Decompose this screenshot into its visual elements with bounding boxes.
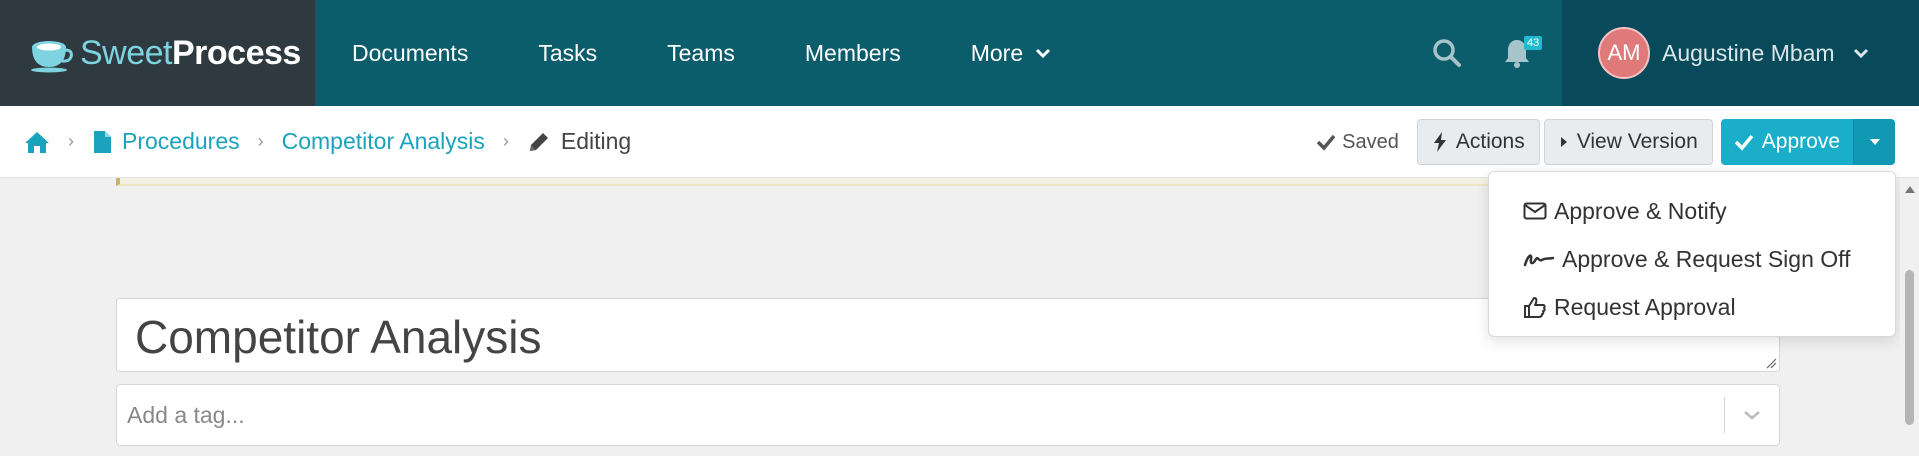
nav-tasks[interactable]: Tasks bbox=[503, 0, 632, 106]
request-approval-item[interactable]: Request Approval bbox=[1489, 283, 1895, 331]
search-icon bbox=[1433, 39, 1461, 67]
chevron-down-icon bbox=[1853, 48, 1868, 59]
approve-button-group: Approve bbox=[1720, 119, 1895, 165]
cup-logo-icon bbox=[31, 41, 73, 73]
view-version-button[interactable]: View Version bbox=[1543, 119, 1713, 165]
approve-dropdown-menu: Approve & Notify Approve & Request Sign … bbox=[1488, 171, 1896, 337]
top-navbar: SweetProcess Documents Tasks Teams Membe… bbox=[0, 0, 1919, 106]
tag-input[interactable] bbox=[117, 401, 1724, 429]
logo-wordmark: SweetProcess bbox=[80, 34, 301, 73]
logo-process-text: Process bbox=[172, 33, 301, 72]
nav-documents[interactable]: Documents bbox=[315, 0, 503, 106]
breadcrumb-bar: › Procedures › Competitor Analysis › Edi… bbox=[0, 106, 1919, 178]
chevron-right-icon: › bbox=[502, 131, 509, 151]
view-version-label: View Version bbox=[1576, 130, 1698, 153]
tag-dropdown-toggle[interactable] bbox=[1725, 409, 1779, 421]
breadcrumb: › Procedures › Competitor Analysis › Edi… bbox=[0, 128, 631, 155]
envelope-icon bbox=[1523, 202, 1547, 220]
main-nav: Documents Tasks Teams Members More bbox=[315, 0, 1086, 106]
search-button[interactable] bbox=[1412, 0, 1482, 106]
caret-right-icon bbox=[1560, 137, 1567, 147]
nav-more[interactable]: More bbox=[936, 0, 1086, 106]
nav-right: 43 AM Augustine Mbam bbox=[1412, 0, 1919, 106]
approve-request-signoff-item[interactable]: Approve & Request Sign Off bbox=[1489, 235, 1895, 283]
check-icon bbox=[1316, 134, 1336, 151]
approve-label: Approve bbox=[1761, 130, 1840, 153]
actions-button[interactable]: Actions bbox=[1416, 119, 1540, 165]
breadcrumb-procedures[interactable]: Procedures bbox=[92, 128, 240, 155]
lightning-icon bbox=[1433, 132, 1446, 152]
chevron-down-icon bbox=[1744, 411, 1760, 420]
user-name: Augustine Mbam bbox=[1662, 39, 1835, 66]
request-approval-label: Request Approval bbox=[1554, 293, 1736, 320]
resize-handle-icon[interactable] bbox=[1765, 357, 1777, 369]
notifications-button[interactable]: 43 bbox=[1482, 0, 1552, 106]
breadcrumb-document[interactable]: Competitor Analysis bbox=[282, 128, 485, 155]
caret-down-icon bbox=[1869, 139, 1880, 145]
home-link[interactable] bbox=[24, 130, 50, 154]
breadcrumb-procedures-label: Procedures bbox=[122, 128, 240, 154]
user-menu[interactable]: AM Augustine Mbam bbox=[1562, 0, 1919, 106]
scrollbar-thumb[interactable] bbox=[1905, 270, 1914, 425]
approve-request-signoff-label: Approve & Request Sign Off bbox=[1562, 245, 1851, 272]
thumbs-up-icon bbox=[1524, 297, 1546, 318]
procedure-title-text: Competitor Analysis bbox=[135, 311, 542, 363]
notification-count-badge: 43 bbox=[1524, 36, 1543, 50]
approve-button[interactable]: Approve bbox=[1720, 119, 1853, 165]
home-icon bbox=[25, 131, 49, 153]
saved-status: Saved bbox=[1316, 131, 1399, 154]
editor-toolbar: Saved Actions View Version Approve bbox=[1316, 119, 1895, 165]
signature-icon bbox=[1523, 254, 1555, 267]
nav-more-label: More bbox=[970, 39, 1024, 66]
sweetprocess-logo[interactable]: SweetProcess bbox=[0, 0, 315, 106]
pencil-icon bbox=[529, 132, 548, 151]
chevron-down-icon bbox=[1036, 48, 1051, 59]
breadcrumb-current-label: Editing bbox=[560, 128, 632, 154]
page-scrollbar[interactable] bbox=[1900, 178, 1919, 456]
check-icon bbox=[1734, 134, 1754, 151]
actions-label: Actions bbox=[1455, 130, 1525, 153]
avatar: AM bbox=[1598, 27, 1650, 79]
tag-selector bbox=[116, 384, 1780, 446]
document-icon bbox=[94, 130, 111, 153]
breadcrumb-current: Editing bbox=[527, 128, 631, 155]
approve-notify-label: Approve & Notify bbox=[1554, 197, 1727, 224]
nav-members[interactable]: Members bbox=[770, 0, 936, 106]
logo-sweet-text: Sweet bbox=[80, 33, 173, 72]
chevron-right-icon: › bbox=[68, 131, 74, 151]
chevron-right-icon: › bbox=[257, 131, 264, 151]
nav-teams[interactable]: Teams bbox=[632, 0, 770, 106]
scroll-up-arrow-icon[interactable] bbox=[1905, 186, 1915, 193]
approve-dropdown-toggle[interactable] bbox=[1853, 119, 1895, 165]
approve-notify-item[interactable]: Approve & Notify bbox=[1489, 187, 1895, 235]
saved-label: Saved bbox=[1342, 130, 1399, 153]
